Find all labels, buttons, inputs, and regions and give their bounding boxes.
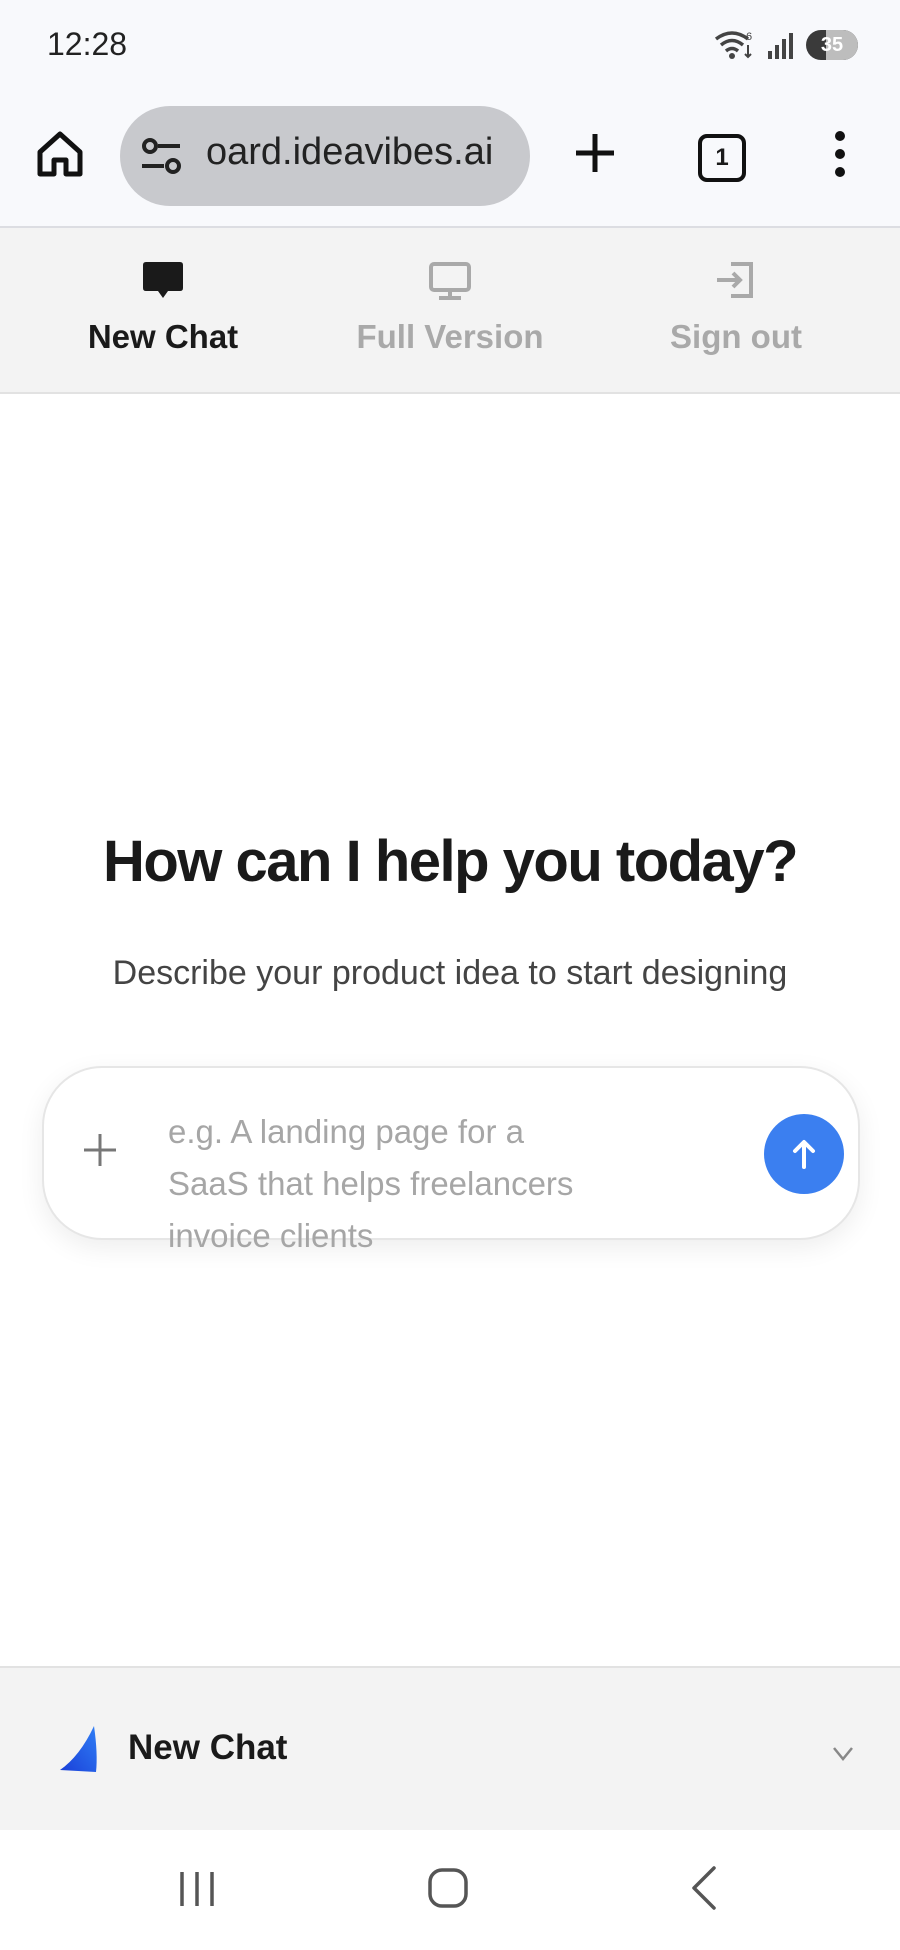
arrow-up-icon [793, 1140, 815, 1169]
back-icon[interactable] [682, 1864, 726, 1912]
site-settings-icon[interactable] [140, 138, 184, 174]
home-nav-icon[interactable] [424, 1864, 472, 1912]
nav-full-version[interactable]: Full Version [340, 228, 560, 392]
status-time: 12:28 [47, 26, 128, 62]
more-menu-icon[interactable] [820, 128, 860, 180]
status-bar: 12:28 6 35 [0, 0, 900, 92]
chat-bubble-icon [143, 262, 183, 298]
nav-full-version-label: Full Version [356, 318, 544, 355]
recent-apps-icon[interactable] [176, 1866, 220, 1910]
nav-new-chat-label: New Chat [87, 318, 239, 355]
nav-sign-out[interactable]: Sign out [626, 228, 846, 392]
new-tab-icon[interactable] [570, 128, 620, 178]
tab-switcher-button[interactable]: 1 [698, 134, 746, 182]
address-bar[interactable]: oard.ideavibes.ai [120, 106, 530, 206]
wifi-icon: 6 [714, 31, 752, 59]
sign-out-icon [717, 262, 753, 298]
chevron-down-icon[interactable] [832, 1746, 854, 1762]
current-chat-title: New Chat [128, 1728, 288, 1767]
url-text: oard.ideavibes.ai [206, 131, 494, 173]
battery-icon: 35 [806, 30, 858, 60]
wifi-badge: 6 [746, 31, 752, 43]
system-navigation-bar [0, 1830, 900, 1950]
nav-new-chat[interactable]: New Chat [53, 228, 273, 392]
signal-icon [768, 33, 793, 59]
prompt-input[interactable]: e.g. A landing page for a SaaS that help… [168, 1106, 608, 1262]
app-logo [60, 1726, 97, 1772]
battery-level: 35 [820, 33, 844, 56]
page-subtitle: Describe your product idea to start desi… [112, 954, 788, 992]
browser-toolbar: oard.ideavibes.ai 1 [0, 92, 900, 228]
status-icons: 6 35 [712, 28, 858, 62]
prompt-composer[interactable]: e.g. A landing page for a SaaS that help… [42, 1066, 860, 1254]
tab-count: 1 [715, 144, 729, 171]
chat-selector-bar[interactable]: New Chat [0, 1666, 900, 1830]
add-attachment-icon[interactable] [80, 1130, 120, 1170]
app-nav: New Chat Full Version Sign out [0, 228, 900, 394]
home-icon[interactable] [34, 128, 86, 180]
page-title: How can I help you today? [102, 829, 799, 894]
monitor-icon [429, 262, 471, 300]
nav-sign-out-label: Sign out [670, 318, 802, 355]
send-button[interactable] [764, 1114, 844, 1194]
